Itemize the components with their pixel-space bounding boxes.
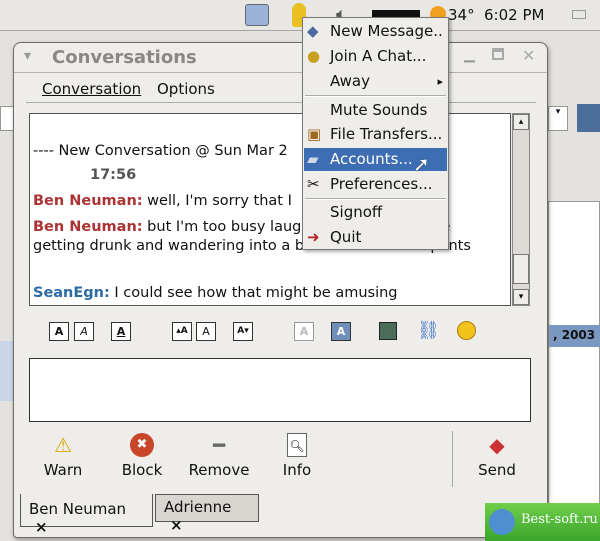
watermark-text: Best-soft.ru <box>521 512 598 527</box>
menu-options[interactable]: Options <box>157 80 215 98</box>
formatting-toolbar: A A A ▴A A A▾ A A ⛓ <box>29 316 534 348</box>
menu-item-label: Away <box>330 72 370 90</box>
remove-label: Remove <box>188 461 250 479</box>
tab-close-icon[interactable]: × <box>170 516 183 534</box>
quit-icon: ➜ <box>307 228 320 246</box>
weather-temp: 34° <box>448 6 475 24</box>
smaller-font-button[interactable]: A▾ <box>233 322 253 341</box>
menu-item-quit[interactable]: ➜ Quit <box>304 226 447 249</box>
menu-item-label: File Transfers... <box>330 125 443 143</box>
warning-icon: ⚠ <box>54 433 72 457</box>
clipboard-applet-icon[interactable] <box>245 4 269 26</box>
watermark: Best-soft.ru <box>485 503 600 541</box>
send-icon: ◆ <box>489 433 505 457</box>
chat-scrollbar[interactable]: ▴ ▾ <box>512 113 530 306</box>
menu-item-file-transfers[interactable]: ▣ File Transfers... <box>304 123 447 146</box>
maximize-icon[interactable] <box>492 48 504 60</box>
menu-item-label: Join A Chat... <box>330 47 427 65</box>
remove-icon: ━ <box>212 433 226 457</box>
menu-item-mute-sounds[interactable]: Mute Sounds <box>304 99 447 122</box>
top-panel: 🔈︎ 34° 6:02 PM <box>0 0 600 31</box>
normal-font-button[interactable]: A <box>196 322 216 341</box>
message-input[interactable] <box>29 358 531 422</box>
menu-separator <box>305 95 446 97</box>
block-label: Block <box>121 461 163 479</box>
globe-icon <box>489 509 515 535</box>
close-icon[interactable]: ✕ <box>522 46 535 65</box>
message-text: well, I'm sorry that I <box>142 193 292 209</box>
scroll-thumb[interactable] <box>513 254 529 284</box>
message-text: I could see how that might be amusing <box>109 285 398 301</box>
remove-button[interactable]: ━ Remove <box>184 433 254 479</box>
block-icon: ✖ <box>130 433 154 457</box>
larger-font-button[interactable]: ▴A <box>172 322 192 341</box>
font-color-button[interactable]: A <box>294 322 314 341</box>
menu-item-new-message[interactable]: ◆ New Message.. <box>304 20 447 43</box>
message: SeanEgn: I could see how that might be a… <box>33 284 503 303</box>
minimize-icon[interactable]: ▁ <box>464 47 475 63</box>
nick: Ben Neuman: <box>33 219 143 235</box>
send-button[interactable]: ◆ Send <box>462 433 532 479</box>
menu-bar: Conversation Options <box>26 76 536 103</box>
workspace-icon[interactable] <box>572 10 586 19</box>
info-button[interactable]: 🔍︎ Info <box>262 433 332 479</box>
underline-button[interactable]: A <box>111 322 131 341</box>
join-chat-icon: ● <box>307 47 321 65</box>
info-icon: 🔍︎ <box>287 433 307 457</box>
block-button[interactable]: ✖ Block <box>107 433 177 479</box>
conversations-window: ▾ Conversations ▁ ✕ Conversation Options… <box>13 42 548 538</box>
tab-ben-neuman[interactable]: Ben Neuman × <box>20 494 153 536</box>
warn-label: Warn <box>43 461 83 479</box>
insert-link-icon[interactable]: ⛓ <box>417 320 440 341</box>
buddy-popup-menu: ◆ New Message.. ● Join A Chat... Away ▸ Mut… <box>302 17 449 250</box>
menu-conversation[interactable]: Conversation <box>42 80 141 98</box>
window-menu-icon[interactable]: ▾ <box>24 48 31 64</box>
bold-button[interactable]: A <box>49 322 69 341</box>
toolbar-separator <box>452 431 453 487</box>
window-title: Conversations <box>52 47 197 68</box>
title-bar[interactable]: ▾ Conversations ▁ ✕ <box>14 43 547 73</box>
menu-item-preferences[interactable]: ✂ Preferences... <box>304 173 447 196</box>
new-message-icon: ◆ <box>307 22 319 40</box>
nick: Ben Neuman: <box>33 193 143 209</box>
submenu-arrow-icon: ▸ <box>437 75 443 88</box>
warn-button[interactable]: ⚠ Warn <box>28 433 98 479</box>
nick: SeanEgn: <box>33 285 110 301</box>
file-transfer-icon: ▣ <box>307 125 322 143</box>
clock[interactable]: 6:02 PM <box>484 6 544 24</box>
menu-item-label: Signoff <box>330 203 383 221</box>
send-label: Send <box>478 461 516 479</box>
smiley-icon[interactable] <box>457 321 476 340</box>
accounts-icon: ▰ <box>307 150 319 168</box>
tab-label: Adrienne <box>164 498 232 516</box>
menu-item-join-chat[interactable]: ● Join A Chat... <box>304 45 447 68</box>
tab-close-icon[interactable]: × <box>35 518 48 536</box>
mouse-cursor-icon: ➚ <box>413 152 430 176</box>
menu-separator <box>305 198 446 200</box>
insert-image-icon[interactable] <box>379 322 397 340</box>
scroll-up-button[interactable]: ▴ <box>513 114 529 130</box>
tab-label: Ben Neuman <box>29 500 127 518</box>
menu-item-label: Accounts... <box>330 150 413 168</box>
info-label: Info <box>282 461 312 479</box>
menu-item-label: Preferences... <box>330 175 433 193</box>
menu-item-label: Quit <box>330 228 362 246</box>
menu-item-label: New Message.. <box>330 22 443 40</box>
date-fragment: , 2003 <box>549 325 600 347</box>
preferences-icon: ✂ <box>307 175 320 193</box>
tab-adrienne[interactable]: Adrienne × <box>155 494 259 534</box>
scroll-down-button[interactable]: ▾ <box>513 289 529 305</box>
background-color-button[interactable]: A <box>331 322 351 341</box>
menu-item-label: Mute Sounds <box>330 101 428 119</box>
menu-item-signoff[interactable]: Signoff <box>304 201 447 224</box>
italic-button[interactable]: A <box>74 322 94 341</box>
menu-item-away[interactable]: Away ▸ <box>304 70 447 93</box>
